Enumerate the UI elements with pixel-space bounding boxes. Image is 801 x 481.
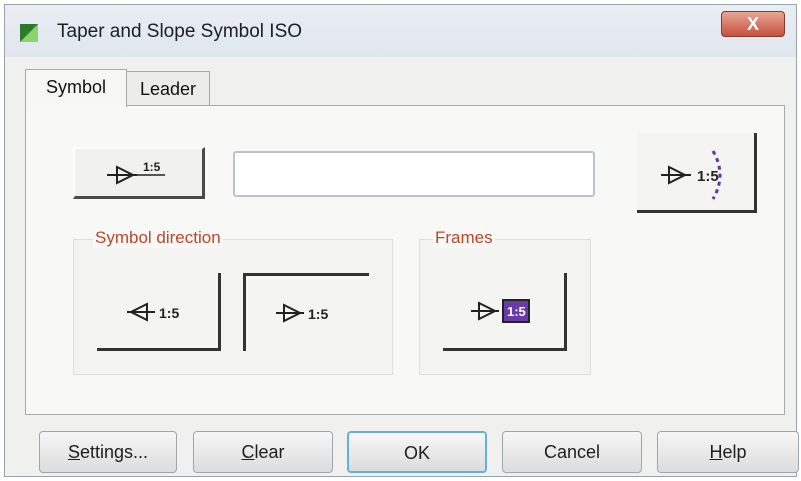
direction-right-button[interactable]: 1:5: [243, 273, 369, 351]
taper-left-icon: 1:5: [127, 302, 179, 322]
settings-label: ettings...: [79, 442, 149, 462]
preview-ratio-text: 1:5: [697, 168, 719, 185]
taper-framed-icon: 1:5: [471, 299, 530, 323]
close-button[interactable]: X: [721, 11, 785, 37]
close-icon: X: [746, 14, 759, 34]
settings-button[interactable]: Settings...: [39, 431, 177, 473]
symbol-ratio-text: 1:5: [143, 160, 161, 174]
help-mnemonic: H: [709, 442, 723, 462]
symbol-direction-label: Symbol direction: [93, 228, 223, 248]
cancel-button[interactable]: Cancel: [502, 431, 642, 473]
taper-symbol-icon: 1:5: [107, 160, 165, 185]
help-button[interactable]: Help: [657, 431, 799, 473]
symbol-text-input[interactable]: [233, 151, 595, 197]
tab-leader[interactable]: Leader: [126, 71, 210, 107]
symbol-button[interactable]: 1:5: [73, 147, 205, 199]
ok-button[interactable]: OK: [347, 431, 487, 473]
direction-left-ratio: 1:5: [159, 305, 179, 321]
tab-symbol[interactable]: Symbol: [25, 69, 127, 107]
app-icon: [20, 24, 38, 42]
frame-style-button[interactable]: 1:5: [443, 273, 567, 351]
title-bar: Taper and Slope Symbol ISO X: [5, 5, 796, 57]
help-label: elp: [722, 442, 747, 462]
settings-mnemonic: S: [67, 442, 80, 462]
taper-symbol-preview-icon: 1:5: [661, 150, 722, 200]
clear-mnemonic: C: [241, 442, 255, 462]
taper-slope-dialog: Taper and Slope Symbol ISO X Symbol Lead…: [4, 4, 799, 477]
clear-label: lear: [254, 442, 285, 462]
symbol-preview: 1:5: [637, 133, 757, 213]
direction-left-button[interactable]: 1:5: [97, 273, 221, 351]
frames-label: Frames: [433, 228, 495, 248]
clear-button[interactable]: Clear: [193, 431, 333, 473]
taper-right-icon: 1:5: [276, 303, 328, 323]
window-title: Taper and Slope Symbol ISO: [57, 21, 303, 42]
direction-right-ratio: 1:5: [308, 306, 328, 322]
frames-ratio-text: 1:5: [507, 304, 526, 319]
